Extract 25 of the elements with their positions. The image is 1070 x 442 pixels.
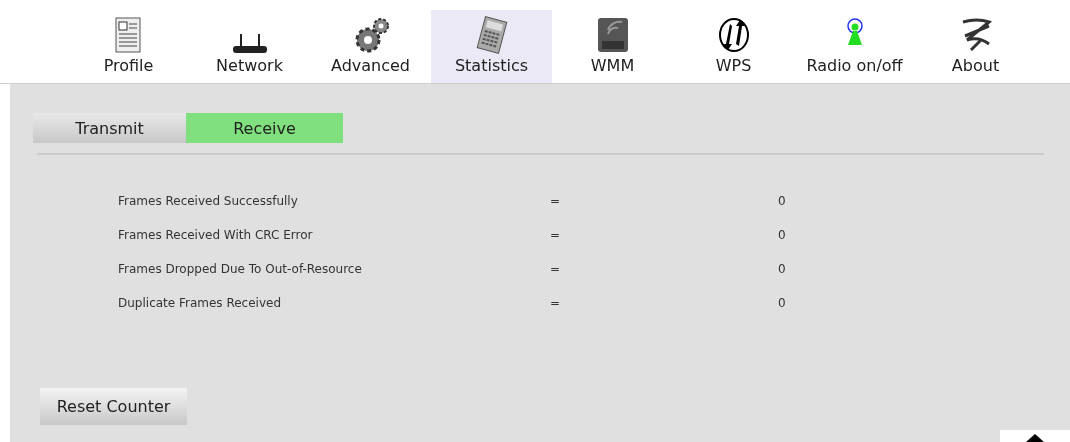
toolbar-button[interactable]: WMM	[552, 10, 673, 83]
router-icon	[231, 33, 268, 54]
toolbar-button[interactable]: WPS	[673, 10, 794, 83]
stat-label: Frames Dropped Due To Out-of-Resource	[118, 261, 363, 277]
reset-counter-button[interactable]: Reset Counter	[40, 388, 187, 425]
toolbar-button[interactable]: Profile	[68, 10, 189, 83]
stat-label: Frames Received With CRC Error	[118, 227, 314, 243]
equals-sign: =	[550, 261, 562, 277]
stat-value: 0	[778, 193, 787, 209]
toolbar-button[interactable]: Advanced	[310, 10, 431, 83]
tab[interactable]: Receive	[186, 113, 343, 143]
up-arrow-icon[interactable]	[1026, 434, 1044, 442]
stat-label: Duplicate Frames Received	[118, 295, 283, 311]
toolbar-button[interactable]: Statistics	[431, 10, 552, 83]
toolbar-button[interactable]: About	[915, 10, 1036, 83]
stat-value: 0	[778, 295, 787, 311]
toolbar-button[interactable]: Network	[189, 10, 310, 83]
equals-sign: =	[550, 227, 562, 243]
equals-sign: =	[550, 295, 562, 311]
stat-label: Frames Received Successfully	[118, 193, 299, 209]
equals-sign: =	[550, 193, 562, 209]
tab[interactable]: Transmit	[33, 113, 186, 143]
stat-value: 0	[778, 227, 787, 243]
stat-value: 0	[778, 261, 787, 277]
toolbar-button[interactable]: Radio on/off	[794, 10, 915, 83]
